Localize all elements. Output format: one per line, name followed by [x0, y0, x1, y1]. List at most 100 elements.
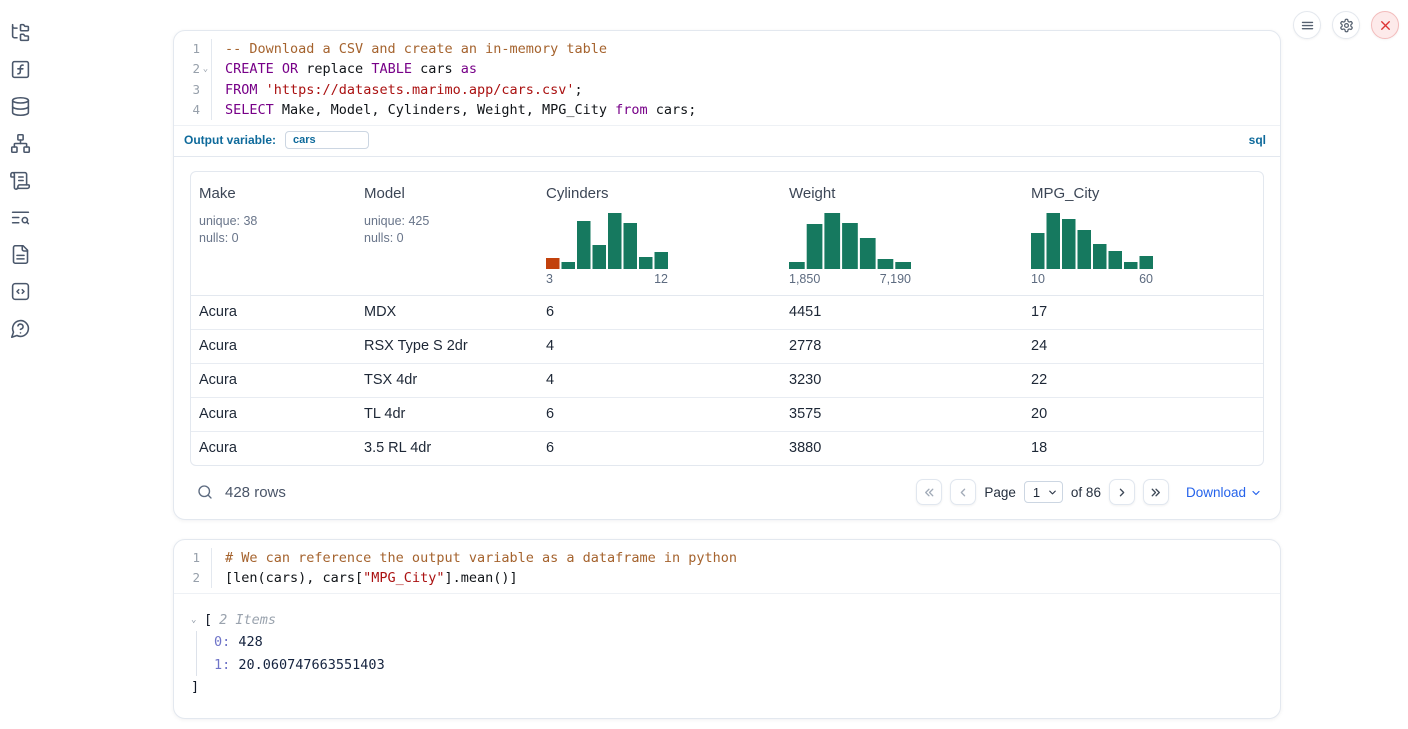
language-badge: sql	[1249, 133, 1266, 147]
row-count: 428 rows	[225, 484, 286, 501]
chevron-down-icon	[1250, 485, 1262, 499]
histogram-bar	[624, 223, 638, 269]
page-select[interactable]: 1	[1024, 481, 1063, 503]
table-cell[interactable]: 3.5 RL 4dr	[356, 432, 538, 465]
histogram-bar	[1124, 262, 1138, 269]
file-tree-icon[interactable]	[9, 21, 32, 44]
histogram-bar	[1062, 219, 1076, 269]
python-cell: 1# We can reference the output variable …	[173, 539, 1281, 719]
gutter: 4	[174, 100, 212, 120]
fold-chevron-icon[interactable]: ⌄	[200, 59, 211, 80]
code-line: 4SELECT Make, Model, Cylinders, Weight, …	[174, 100, 1280, 120]
tree-items: 0: 4281: 20.060747663551403	[196, 631, 1264, 676]
topbar	[1293, 11, 1399, 39]
table-cell[interactable]: 2778	[781, 330, 1023, 363]
table-cell[interactable]: 3880	[781, 432, 1023, 465]
variables-icon[interactable]	[9, 58, 32, 81]
fold-spacer	[200, 80, 211, 100]
scratchpad-icon[interactable]	[9, 169, 32, 192]
table-cell[interactable]: 4	[538, 330, 781, 363]
search-button[interactable]	[196, 483, 214, 501]
line-number: 2	[192, 568, 200, 588]
settings-button[interactable]	[1332, 11, 1360, 39]
table-cell[interactable]: 4451	[781, 296, 1023, 329]
column-header[interactable]: Weight1,8507,190	[781, 172, 1023, 295]
table-header: Makeunique: 38nulls: 0Modelunique: 425nu…	[191, 172, 1263, 296]
table-row[interactable]: Acura3.5 RL 4dr6388018	[191, 431, 1263, 465]
sql-output: Makeunique: 38nulls: 0Modelunique: 425nu…	[174, 156, 1280, 519]
table-cell[interactable]: 18	[1023, 432, 1263, 465]
table-cell[interactable]: Acura	[191, 398, 356, 431]
column-name: MPG_City	[1031, 185, 1255, 202]
page-label: Page	[984, 485, 1016, 500]
column-stat: unique: 425	[364, 213, 530, 230]
snippets-icon[interactable]	[9, 280, 32, 303]
histogram-min-label: 1,850	[789, 272, 820, 286]
histogram-axis-labels: 1060	[1031, 272, 1153, 286]
histogram-max-label: 60	[1139, 272, 1153, 286]
table-cell[interactable]: Acura	[191, 364, 356, 397]
table-cell[interactable]: Acura	[191, 296, 356, 329]
python-code-editor[interactable]: 1# We can reference the output variable …	[174, 540, 1280, 593]
histogram-bar	[860, 238, 876, 269]
dependency-graph-icon[interactable]	[9, 132, 32, 155]
table-cell[interactable]: MDX	[356, 296, 538, 329]
table-cell[interactable]: TL 4dr	[356, 398, 538, 431]
table-cell[interactable]: 3575	[781, 398, 1023, 431]
table-cell[interactable]: 6	[538, 296, 781, 329]
shutdown-button[interactable]	[1371, 11, 1399, 39]
histogram-bar	[1031, 233, 1045, 269]
column-stat: nulls: 0	[199, 230, 348, 247]
table-cell[interactable]: Acura	[191, 330, 356, 363]
column-header[interactable]: Makeunique: 38nulls: 0	[191, 172, 356, 295]
histogram-bar	[608, 213, 622, 269]
output-variable-input[interactable]	[285, 131, 369, 149]
table-cell[interactable]: 4	[538, 364, 781, 397]
gutter: 1	[174, 548, 212, 568]
tree-item: 1: 20.060747663551403	[214, 654, 1264, 677]
table-cell[interactable]: RSX Type S 2dr	[356, 330, 538, 363]
gutter: 2	[174, 568, 212, 588]
last-page-button[interactable]	[1143, 479, 1169, 505]
line-number: 1	[192, 548, 200, 568]
table-row[interactable]: AcuraRSX Type S 2dr4277824	[191, 329, 1263, 363]
datasources-icon[interactable]	[9, 95, 32, 118]
first-page-button[interactable]	[916, 479, 942, 505]
logs-icon[interactable]	[9, 206, 32, 229]
table-row[interactable]: AcuraMDX6445117	[191, 296, 1263, 329]
column-stat: nulls: 0	[364, 230, 530, 247]
table-cell[interactable]: TSX 4dr	[356, 364, 538, 397]
page-select-wrap: 1	[1024, 481, 1063, 503]
table-cell[interactable]: 17	[1023, 296, 1263, 329]
download-button[interactable]: Download	[1186, 485, 1262, 500]
table-cell[interactable]: 24	[1023, 330, 1263, 363]
sql-code-editor[interactable]: 1-- Download a CSV and create an in-memo…	[174, 31, 1280, 125]
hamburger-menu-icon	[1300, 18, 1315, 33]
table-row[interactable]: AcuraTL 4dr6357520	[191, 397, 1263, 431]
documentation-icon[interactable]	[9, 243, 32, 266]
notebook-actions-button[interactable]	[1293, 11, 1321, 39]
tree-item-count: 2 Items	[219, 610, 276, 630]
code-text: CREATE OR replace TABLE cars as	[212, 59, 477, 80]
histogram-bar	[655, 252, 669, 269]
table-cell[interactable]: Acura	[191, 432, 356, 465]
column-header[interactable]: MPG_City 1060	[1023, 172, 1263, 295]
histogram-bar	[1093, 244, 1107, 269]
table-row[interactable]: AcuraTSX 4dr4323022	[191, 363, 1263, 397]
tree-collapse-chevron-icon[interactable]: ⌄	[191, 615, 204, 625]
page-total: of 86	[1071, 485, 1101, 500]
table-cell[interactable]: 22	[1023, 364, 1263, 397]
table-cell[interactable]: 6	[538, 398, 781, 431]
column-header[interactable]: Cylinders312	[538, 172, 781, 295]
help-icon[interactable]	[9, 317, 32, 340]
column-header[interactable]: Modelunique: 425nulls: 0	[356, 172, 538, 295]
table-cell[interactable]: 20	[1023, 398, 1263, 431]
tree-item: 0: 428	[214, 631, 1264, 654]
column-histogram	[789, 213, 911, 269]
histogram-bar	[807, 224, 823, 269]
next-page-button[interactable]	[1109, 479, 1135, 505]
table-cell[interactable]: 3230	[781, 364, 1023, 397]
table-cell[interactable]: 6	[538, 432, 781, 465]
column-name: Weight	[789, 185, 1015, 202]
prev-page-button[interactable]	[950, 479, 976, 505]
